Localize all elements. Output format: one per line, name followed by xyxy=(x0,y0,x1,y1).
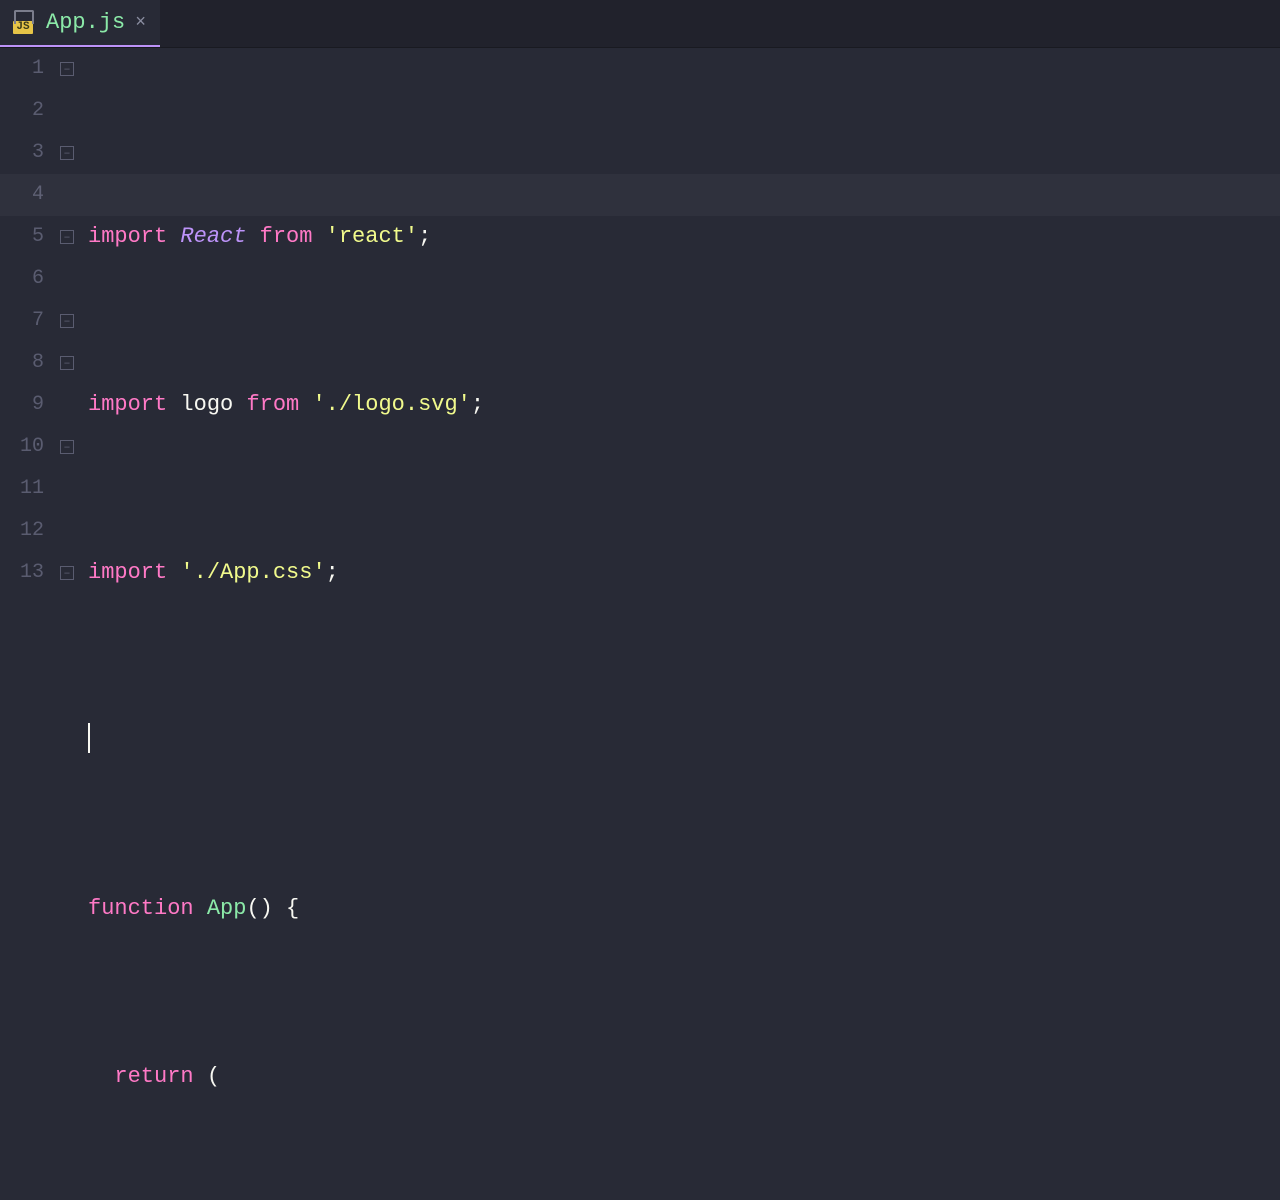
fold-marker-icon[interactable]: – xyxy=(60,356,74,370)
code-area[interactable]: import React from 'react'; import logo f… xyxy=(78,48,1280,600)
fold-marker-icon[interactable]: – xyxy=(60,62,74,76)
js-badge: JS xyxy=(13,21,32,34)
tab-bar: JS App.js × xyxy=(0,0,1280,48)
text-caret xyxy=(88,723,90,753)
code-line[interactable]: import React from 'react'; xyxy=(88,216,1280,258)
line-number: 7 xyxy=(0,300,44,342)
line-number: 6 xyxy=(0,258,44,300)
code-line[interactable]: function App() { xyxy=(88,888,1280,930)
line-number-gutter: 1 2 3 4 5 6 7 8 9 10 11 12 13 xyxy=(0,48,58,600)
code-line[interactable] xyxy=(88,720,1280,762)
js-file-icon: JS xyxy=(10,12,36,34)
line-number: 11 xyxy=(0,468,44,510)
line-number: 13 xyxy=(0,552,44,594)
tab-filename: App.js xyxy=(46,10,125,35)
close-icon[interactable]: × xyxy=(135,13,146,33)
fold-gutter: – – – – – – – xyxy=(58,48,78,600)
fold-marker-icon[interactable]: – xyxy=(60,314,74,328)
line-number: 3 xyxy=(0,132,44,174)
line-number: 8 xyxy=(0,342,44,384)
line-number: 10 xyxy=(0,426,44,468)
code-line[interactable]: import logo from './logo.svg'; xyxy=(88,384,1280,426)
line-number: 1 xyxy=(0,48,44,90)
line-number: 5 xyxy=(0,216,44,258)
fold-marker-icon[interactable]: – xyxy=(60,230,74,244)
line-number: 2 xyxy=(0,90,44,132)
line-number: 12 xyxy=(0,510,44,552)
file-tab[interactable]: JS App.js × xyxy=(0,0,160,47)
current-line-highlight xyxy=(0,174,1280,216)
code-line[interactable]: return ( xyxy=(88,1056,1280,1098)
line-number: 9 xyxy=(0,384,44,426)
code-line[interactable]: import './App.css'; xyxy=(88,552,1280,594)
editor[interactable]: 1 2 3 4 5 6 7 8 9 10 11 12 13 – – – – – … xyxy=(0,48,1280,600)
fold-marker-icon[interactable]: – xyxy=(60,146,74,160)
fold-marker-icon[interactable]: – xyxy=(60,440,74,454)
fold-marker-icon[interactable]: – xyxy=(60,566,74,580)
